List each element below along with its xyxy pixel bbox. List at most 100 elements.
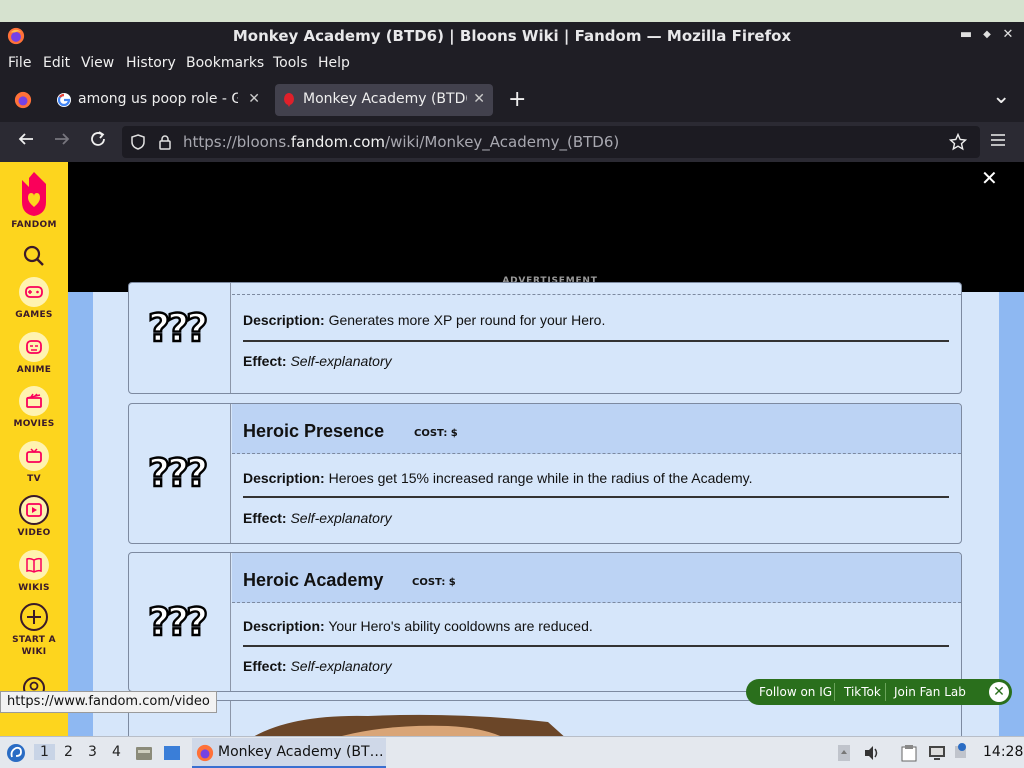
gamepad-icon (25, 286, 43, 298)
link-status-tooltip: https://www.fandom.com/video (0, 691, 217, 713)
rail-item-tv[interactable]: TV (0, 441, 68, 484)
rail-item-wikis[interactable]: WIKIS (0, 550, 68, 593)
tab-google-search[interactable]: among us poop role - Go ✕ (50, 84, 268, 116)
effect-label: Effect: (243, 510, 287, 526)
fandom-logo-label: FANDOM (11, 220, 57, 230)
tab-label: among us poop role - Go (78, 91, 238, 107)
upgrade-image-cell: ??? (129, 283, 231, 393)
desktop-background (0, 0, 1024, 22)
rail-item-anime[interactable]: ANIME (0, 332, 68, 375)
menu-help[interactable]: Help (318, 55, 350, 71)
tab-label: Monkey Academy (BTD6 (303, 91, 467, 107)
menu-view[interactable]: View (81, 55, 114, 71)
menu-file[interactable]: File (8, 55, 31, 71)
firefox-view-icon[interactable] (14, 91, 32, 109)
rail-label: GAMES (15, 310, 53, 320)
menu-bookmarks[interactable]: Bookmarks (186, 55, 264, 71)
url-text[interactable]: https://bloons.fandom.com/wiki/Monkey_Ac… (183, 133, 619, 151)
url-path: /wiki/Monkey_Academy_(BTD6) (385, 133, 620, 151)
tiktok-link[interactable]: TikTok (844, 685, 881, 699)
clipboard-icon[interactable] (900, 744, 918, 762)
rail-item-video[interactable]: VIDEO (0, 495, 68, 538)
minimize-button[interactable]: ▬ (957, 26, 975, 44)
ad-close-button[interactable]: ✕ (981, 166, 998, 190)
network-icon[interactable] (927, 744, 947, 762)
upgrade-cost: COST: $ (414, 428, 458, 439)
volume-icon[interactable] (863, 744, 881, 762)
upgrade-effect: Effect: Self-explanatory (243, 658, 392, 674)
upgrade-list-panel: ??? Description: Generates more XP per r… (93, 282, 999, 736)
page-content: ✕ ADVERTISEMENT ??? Description: Generat… (68, 162, 1024, 736)
url-bar[interactable]: https://bloons.fandom.com/wiki/Monkey_Ac… (122, 126, 980, 158)
question-marks-icon: ??? (147, 601, 210, 641)
reload-button[interactable] (86, 130, 110, 154)
start-menu-icon[interactable] (6, 743, 26, 763)
rail-item-movies[interactable]: MOVIES (0, 386, 68, 429)
workspace-4[interactable]: 4 (112, 744, 121, 760)
effect-text: Self-explanatory (286, 353, 392, 369)
upgrade-name: Heroic Presence (243, 421, 385, 441)
back-button[interactable] (14, 130, 38, 154)
forward-button[interactable] (50, 130, 74, 154)
forward-arrow-icon (55, 133, 70, 145)
rail-item-games[interactable]: GAMES (0, 277, 68, 320)
upgrade-name: Heroic Academy (243, 570, 384, 590)
follow-on-ig-link[interactable]: Follow on IG (759, 685, 832, 699)
svg-text:???: ??? (148, 452, 206, 492)
clapperboard-icon (26, 393, 42, 408)
tv-icon (26, 448, 42, 463)
lock-icon[interactable] (158, 134, 172, 150)
list-all-tabs-button[interactable]: ⌄ (992, 84, 1010, 109)
menu-tools[interactable]: Tools (273, 55, 308, 71)
upgrade-card: ??? Heroic Presence COST: $ Description:… (128, 403, 962, 544)
new-tab-button[interactable]: + (508, 87, 526, 112)
file-manager-icon[interactable] (134, 743, 154, 763)
workspace-3[interactable]: 3 (88, 744, 97, 760)
fandom-logo[interactable]: FANDOM (0, 170, 68, 230)
effect-label: Effect: (243, 658, 287, 674)
app-menu-button[interactable] (986, 130, 1010, 154)
open-book-icon (26, 557, 42, 573)
restore-button[interactable]: ◆ (978, 26, 996, 44)
description-label: Description: (243, 312, 325, 328)
upgrade-effect: Effect: Self-explanatory (243, 353, 392, 369)
rail-search[interactable] (0, 244, 68, 268)
url-domain: fandom.com (290, 133, 386, 151)
upgrade-header: Heroic Academy COST: $ (232, 553, 961, 603)
upgrade-image-cell: ??? (129, 553, 231, 691)
notification-icon[interactable] (953, 742, 969, 760)
window-titlebar[interactable]: Monkey Academy (BTD6) | Bloons Wiki | Fa… (0, 22, 1024, 50)
hamburger-menu-icon (991, 134, 1005, 146)
show-desktop-icon[interactable] (162, 743, 182, 763)
bookmark-star-icon[interactable] (949, 133, 967, 151)
close-window-button[interactable]: ✕ (999, 26, 1017, 44)
tab-close-icon[interactable]: ✕ (248, 91, 260, 107)
tray-arrow-icon[interactable] (836, 744, 852, 762)
rail-label: TV (27, 474, 41, 484)
menu-bar: File Edit View History Bookmarks Tools H… (0, 50, 1024, 78)
tab-close-icon[interactable]: ✕ (473, 91, 485, 107)
rail-label: VIDEO (17, 528, 51, 538)
bloon-icon (284, 93, 294, 107)
description-text: Generates more XP per round for your Her… (324, 312, 606, 328)
upgrade-description: Description: Generates more XP per round… (243, 312, 605, 328)
tab-monkey-academy[interactable]: Monkey Academy (BTD6 ✕ (275, 84, 493, 116)
card-separator (243, 340, 949, 342)
join-fan-lab-link[interactable]: Join Fan Lab (894, 685, 966, 699)
workspace-1[interactable]: 1 (34, 744, 55, 760)
workspace-2[interactable]: 2 (64, 744, 73, 760)
firefox-icon (196, 744, 214, 762)
taskbar: 1 2 3 4 Monkey Academy (BT… 14:28 (0, 736, 1024, 768)
social-divider (834, 683, 835, 701)
upgrade-description: Description: Your Hero's ability cooldow… (243, 618, 593, 634)
upgrade-card: ??? Heroic Academy COST: $ Description: … (128, 552, 962, 692)
rail-item-start-a-wiki[interactable]: START A WIKI (0, 602, 68, 658)
tracking-protection-shield-icon[interactable] (130, 134, 146, 150)
rail-label: START A WIKI (12, 635, 56, 657)
description-label: Description: (243, 618, 325, 634)
character-image (254, 714, 564, 736)
social-bar-close-button[interactable]: ✕ (989, 682, 1009, 702)
menu-history[interactable]: History (126, 55, 176, 71)
menu-edit[interactable]: Edit (43, 55, 70, 71)
taskbar-firefox-window[interactable]: Monkey Academy (BT… (192, 738, 386, 768)
